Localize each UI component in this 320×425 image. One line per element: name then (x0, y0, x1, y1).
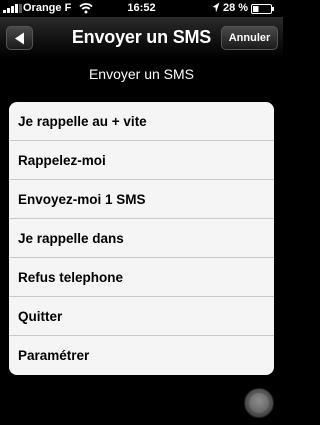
menu-item-envoyez-sms[interactable]: Envoyez-moi 1 SMS (9, 180, 274, 219)
menu-item-parametrer[interactable]: Paramétrer (9, 336, 274, 375)
battery-percent: 28 % (223, 2, 249, 14)
home-button-icon[interactable] (244, 388, 274, 418)
location-arrow-icon (212, 2, 220, 13)
battery-icon (251, 4, 274, 14)
cancel-button[interactable]: Annuler (221, 26, 278, 50)
sms-options-list: Je rappelle au + vite Rappelez-moi Envoy… (9, 102, 274, 375)
navigation-bar: Envoyer un SMS Annuler (0, 17, 283, 60)
status-bar: Orange F 16:52 28 % (0, 0, 283, 17)
menu-item-rappelez-moi[interactable]: Rappelez-moi (9, 141, 274, 180)
menu-item-rappelle-dans[interactable]: Je rappelle dans (9, 219, 274, 258)
menu-item-refus-telephone[interactable]: Refus telephone (9, 258, 274, 297)
menu-item-rappelle-vite[interactable]: Je rappelle au + vite (9, 102, 274, 141)
section-title: Envoyer un SMS (88, 66, 195, 82)
menu-item-quitter[interactable]: Quitter (9, 297, 274, 336)
home-button-inner (249, 393, 269, 413)
